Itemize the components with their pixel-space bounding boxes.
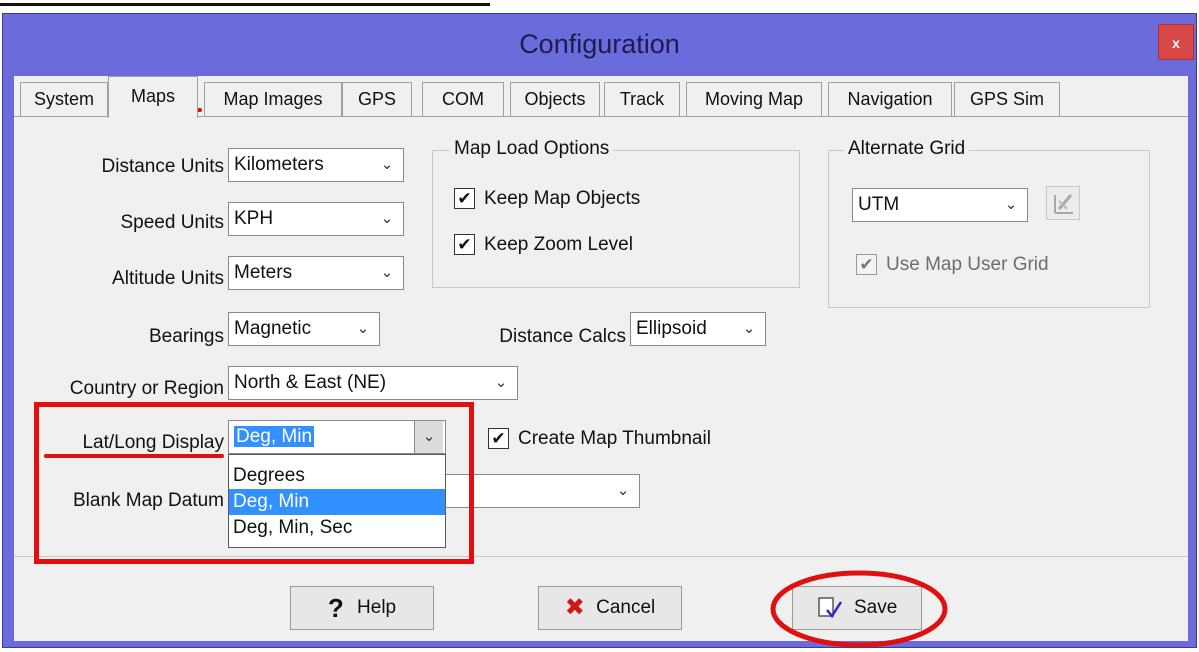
alternate-grid-select[interactable]: UTM ⌄ [852,188,1028,222]
close-button[interactable]: x [1158,24,1194,60]
alternate-grid-title: Alternate Grid [844,138,970,160]
speed-units-label: Speed Units [120,212,224,233]
speed-units-select[interactable]: KPH ⌄ [228,202,404,236]
cancel-button-label: Cancel [596,597,656,619]
underline-decoration [0,3,490,6]
cancel-button[interactable]: ✖ Cancel [538,586,682,630]
help-button[interactable]: ? Help [290,586,434,630]
grid-edit-icon [1054,194,1073,214]
use-map-user-grid-label: Use Map User Grid [886,254,1049,275]
create-map-thumbnail-label: Create Map Thumbnail [518,428,711,449]
distance-units-label: Distance Units [101,156,225,177]
bearings-label: Bearings [149,326,224,347]
window-title: Configuration [519,29,680,59]
tab-gps[interactable]: GPS [342,82,412,116]
bearings-select[interactable]: Magnetic ⌄ [228,312,380,346]
dialog-client-area: System Maps Map Images GPS COM Objects T… [14,76,1188,648]
tab-com[interactable]: COM [422,82,504,116]
tab-track[interactable]: Track [604,82,680,116]
altitude-units-label: Altitude Units [112,268,224,289]
keep-map-objects-label: Keep Map Objects [484,188,641,209]
altitude-units-value: Meters [234,262,293,283]
distance-calcs-value: Ellipsoid [636,318,707,339]
chevron-down-icon: ⌄ [494,374,508,391]
chevron-down-icon: ⌄ [380,210,394,227]
tab-objects[interactable]: Objects [510,82,600,116]
distance-units-value: Kilometers [234,154,324,175]
distance-units-select[interactable]: Kilometers ⌄ [228,148,404,182]
chevron-down-icon: ⌄ [356,320,370,337]
keep-zoom-level-checkbox[interactable]: ✔ [454,234,475,255]
altitude-units-select[interactable]: Meters ⌄ [228,256,404,290]
distance-calcs-label: Distance Calcs [499,326,626,347]
tab-maps[interactable]: Maps [108,76,198,118]
tab-gps-sim[interactable]: GPS Sim [954,82,1060,116]
highlight-box [34,402,474,564]
tab-moving-map[interactable]: Moving Map [686,82,822,116]
chevron-down-icon: ⌄ [1004,196,1018,213]
tab-system[interactable]: System [20,82,108,116]
chevron-down-icon: ⌄ [380,156,394,173]
tab-map-images[interactable]: Map Images [204,82,342,116]
country-region-label: Country or Region [69,378,224,399]
tab-navigation[interactable]: Navigation [828,82,952,116]
bearings-value: Magnetic [234,318,312,339]
chevron-down-icon: ⌄ [616,482,630,499]
create-map-thumbnail-checkbox[interactable]: ✔ [488,428,509,449]
chevron-down-icon: ⌄ [742,320,756,337]
speed-units-value: KPH [234,208,274,229]
alternate-grid-group [828,150,1150,308]
help-icon: ? [327,593,344,623]
help-button-label: Help [357,597,397,619]
cancel-icon: ✖ [564,594,585,621]
keep-zoom-level-label: Keep Zoom Level [484,234,633,255]
grid-settings-button[interactable] [1046,186,1080,220]
save-highlight-circle [770,570,948,648]
alternate-grid-value: UTM [858,194,900,215]
country-region-value: North & East (NE) [234,372,387,393]
chevron-down-icon: ⌄ [380,264,394,281]
map-load-options-group [432,150,800,288]
country-region-select[interactable]: North & East (NE) ⌄ [228,366,518,400]
keep-map-objects-checkbox[interactable]: ✔ [454,188,475,209]
use-map-user-grid-checkbox[interactable]: ✔ [856,254,877,275]
map-load-options-title: Map Load Options [450,138,614,160]
distance-calcs-select[interactable]: Ellipsoid ⌄ [630,312,766,346]
